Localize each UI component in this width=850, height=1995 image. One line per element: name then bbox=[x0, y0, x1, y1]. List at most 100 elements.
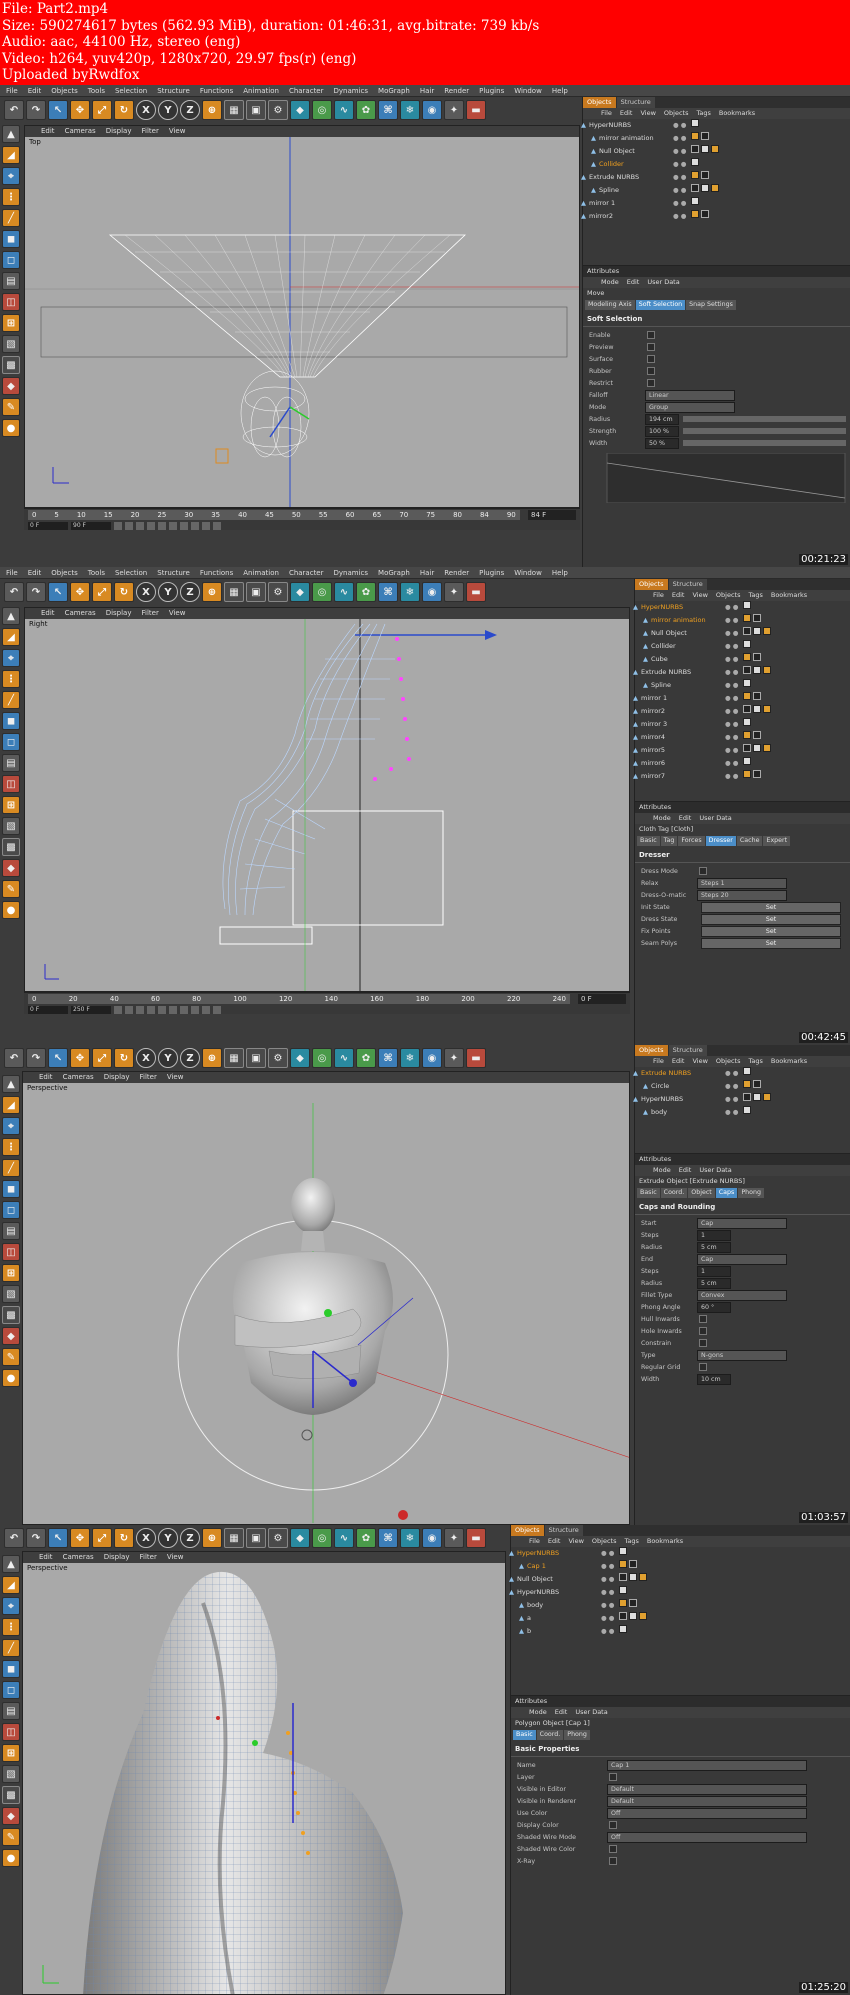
set-button[interactable]: Set bbox=[701, 901, 841, 913]
tag-icon[interactable] bbox=[743, 653, 751, 661]
tag-icon[interactable] bbox=[753, 770, 761, 778]
array-icon[interactable]: ✿ bbox=[356, 1048, 376, 1068]
coord-icon[interactable]: ⊕ bbox=[202, 1528, 222, 1548]
solo-icon[interactable]: ◆ bbox=[2, 1807, 20, 1825]
visibility-toggle[interactable]: ● ● bbox=[725, 1080, 738, 1093]
field-value[interactable]: Group bbox=[645, 401, 735, 413]
render-settings-icon[interactable]: ⚙ bbox=[268, 100, 288, 120]
current-frame-field[interactable]: 84 F bbox=[528, 510, 576, 520]
tag-icon[interactable] bbox=[763, 1093, 771, 1101]
object-axis-icon[interactable]: ⌖ bbox=[2, 167, 20, 185]
field-value[interactable]: Steps 1 bbox=[697, 877, 787, 889]
tag-icon[interactable] bbox=[619, 1612, 627, 1620]
field-checkbox[interactable] bbox=[647, 355, 655, 363]
visibility-toggle[interactable]: ● ● bbox=[725, 757, 738, 770]
attributes-menu-edit[interactable]: Edit bbox=[555, 1707, 568, 1718]
tag-icon[interactable] bbox=[711, 145, 719, 153]
object-row[interactable]: ▲ body ● ● bbox=[635, 1106, 850, 1119]
menu-item-functions[interactable]: Functions bbox=[200, 85, 233, 96]
menu-item-render[interactable]: Render bbox=[444, 567, 469, 578]
visibility-toggle[interactable]: ● ● bbox=[601, 1586, 614, 1599]
render-view-icon[interactable]: ▦ bbox=[224, 1048, 244, 1068]
objects-menu-view[interactable]: View bbox=[692, 1056, 707, 1067]
timeline-ruler[interactable]: 0 20 40 60 80 100 120 140 160 180 200 220 240 bbox=[28, 994, 570, 1004]
y-axis-icon[interactable]: Y bbox=[158, 100, 178, 120]
menu-item-hair[interactable]: Hair bbox=[420, 85, 434, 96]
nurbs-icon[interactable]: ◎ bbox=[312, 582, 332, 602]
quantize-icon[interactable]: ▧ bbox=[2, 1285, 20, 1303]
object-row[interactable]: ▲ Cube ● ● bbox=[635, 653, 850, 666]
tab-objects[interactable]: Objects bbox=[583, 97, 616, 108]
menu-item-tools[interactable]: Tools bbox=[88, 567, 105, 578]
tag-icon[interactable] bbox=[743, 679, 751, 687]
attributes-menu-mode[interactable]: Mode bbox=[601, 277, 619, 288]
visibility-toggle[interactable]: ● ● bbox=[601, 1560, 614, 1573]
attributes-menu-user-data[interactable]: User Data bbox=[699, 1165, 731, 1176]
attr-tab-caps[interactable]: Caps bbox=[715, 1188, 738, 1198]
tag-icon[interactable] bbox=[619, 1586, 627, 1594]
redo-icon[interactable]: ↷ bbox=[26, 1528, 46, 1548]
tag-icon[interactable] bbox=[701, 145, 709, 153]
field-value[interactable]: Off bbox=[607, 1807, 807, 1819]
attr-tab-phong[interactable]: Phong bbox=[564, 1730, 590, 1740]
snap-icon[interactable]: ◫ bbox=[2, 775, 20, 793]
menu-item-edit[interactable]: Edit bbox=[28, 567, 42, 578]
attr-tab-expert[interactable]: Expert bbox=[763, 836, 791, 846]
field-value[interactable]: Linear bbox=[645, 389, 735, 401]
camera-icon[interactable]: ◉ bbox=[422, 100, 442, 120]
tag-icon[interactable] bbox=[753, 731, 761, 739]
light-icon[interactable]: ✦ bbox=[444, 1048, 464, 1068]
visibility-toggle[interactable]: ● ● bbox=[725, 653, 738, 666]
model-tool-icon[interactable]: ◢ bbox=[2, 146, 20, 164]
tag-icon[interactable] bbox=[743, 640, 751, 648]
checker-icon[interactable]: ▩ bbox=[2, 838, 20, 856]
tag-icon[interactable] bbox=[701, 171, 709, 179]
visibility-toggle[interactable]: ● ● bbox=[673, 171, 686, 184]
menu-item-animation[interactable]: Animation bbox=[243, 85, 279, 96]
tag-icon[interactable] bbox=[711, 184, 719, 192]
light-icon[interactable]: ✦ bbox=[444, 100, 464, 120]
object-row[interactable]: ▲ mirror 1 ● ● bbox=[633, 692, 850, 705]
edges-icon[interactable]: ╱ bbox=[2, 1639, 20, 1657]
tag-icon[interactable] bbox=[619, 1599, 627, 1607]
viewport-menu-edit[interactable]: Edit bbox=[41, 608, 55, 619]
floor-icon[interactable]: ▬ bbox=[466, 1528, 486, 1548]
tag-icon[interactable] bbox=[753, 1080, 761, 1088]
tab-structure[interactable]: Structure bbox=[616, 97, 655, 108]
viewport[interactable]: Edit Cameras Display Filter View Perspective bbox=[22, 1071, 630, 1525]
sculpt-icon[interactable]: ● bbox=[2, 1849, 20, 1867]
object-row[interactable]: ▲ HyperNURBS ● ● bbox=[633, 601, 850, 614]
render-settings-icon[interactable]: ⚙ bbox=[268, 582, 288, 602]
texture-icon[interactable]: ▤ bbox=[2, 272, 20, 290]
attr-tab-forces[interactable]: Forces bbox=[678, 836, 705, 846]
menu-item-character[interactable]: Character bbox=[289, 85, 324, 96]
playback-button[interactable] bbox=[180, 522, 188, 530]
field-checkbox[interactable] bbox=[609, 1821, 617, 1829]
visibility-toggle[interactable]: ● ● bbox=[725, 1067, 738, 1080]
edges-icon[interactable]: ╱ bbox=[2, 1159, 20, 1177]
tag-icon[interactable] bbox=[639, 1612, 647, 1620]
menu-item-selection[interactable]: Selection bbox=[115, 85, 147, 96]
sculpt-icon[interactable]: ● bbox=[2, 419, 20, 437]
attr-tab-modeling-axis[interactable]: Modeling Axis bbox=[585, 300, 635, 310]
viewport[interactable]: Edit Cameras Display Filter View Perspective bbox=[22, 1551, 506, 1995]
field-value[interactable]: 1 bbox=[697, 1265, 731, 1277]
object-row[interactable]: ▲ Cap 1 ● ● bbox=[511, 1560, 850, 1573]
make-editable-icon[interactable]: ▲ bbox=[2, 125, 20, 143]
objects-menu-bookmarks[interactable]: Bookmarks bbox=[771, 590, 807, 601]
menu-item-help[interactable]: Help bbox=[552, 85, 568, 96]
tag-icon[interactable] bbox=[763, 705, 771, 713]
rotate-icon[interactable]: ↻ bbox=[114, 1048, 134, 1068]
object-row[interactable]: ▲ Collider ● ● bbox=[583, 158, 850, 171]
tag-icon[interactable] bbox=[629, 1612, 637, 1620]
render-settings-icon[interactable]: ⚙ bbox=[268, 1048, 288, 1068]
viewport-menu-cameras[interactable]: Cameras bbox=[65, 126, 96, 137]
tag-icon[interactable] bbox=[691, 158, 699, 166]
scene-icon[interactable]: ❄ bbox=[400, 1528, 420, 1548]
objects-menu-tags[interactable]: Tags bbox=[748, 590, 762, 601]
menu-item-mograph[interactable]: MoGraph bbox=[378, 85, 410, 96]
viewport-menu-filter[interactable]: Filter bbox=[140, 1072, 157, 1083]
uv-icon[interactable]: ◻ bbox=[2, 1201, 20, 1219]
texture-icon[interactable]: ▤ bbox=[2, 1222, 20, 1240]
quantize-icon[interactable]: ▧ bbox=[2, 817, 20, 835]
